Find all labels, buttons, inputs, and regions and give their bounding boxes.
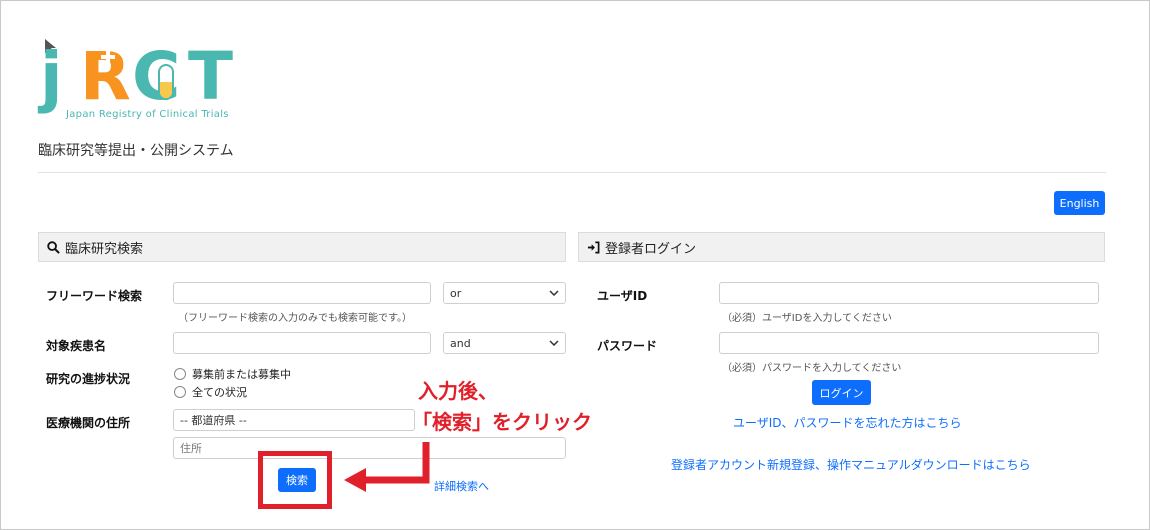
progress-label: 研究の進捗状況 [46,372,131,386]
search-panel-header: 臨床研究検索 [38,232,566,262]
disease-label: 対象疾患名 [46,339,107,353]
login-panel-header: 登録者ログイン [578,232,1105,262]
jrct-logo[interactable]: j R C T Japan Registry of Clinical Trial… [38,38,258,130]
forgot-credentials-link[interactable]: ユーザID、パスワードを忘れた方はこちら [733,414,962,431]
search-button-highlight [258,451,332,509]
logo-letter-j: j [40,38,63,115]
capsule-icon [158,64,174,100]
address-placeholder: 住所 [180,442,202,455]
free-word-operator-select[interactable]: or [443,282,566,304]
annotation-arrow-icon [344,442,430,492]
password-label: パスワード [597,339,658,353]
login-button[interactable]: ログイン [812,380,871,405]
userid-help: （必須）ユーザIDを入力してください [722,313,892,324]
logo-letter-t: T [188,38,234,115]
password-input[interactable] [719,332,1099,354]
login-panel-title: 登録者ログイン [605,241,697,257]
search-icon [47,240,60,254]
site-subtitle: 臨床研究等提出・公開システム [38,143,234,159]
free-word-label: フリーワード検索 [46,289,143,303]
annotation-text-line2: 「検索」をクリック [412,410,592,434]
userid-label: ユーザID [597,289,648,303]
register-account-link[interactable]: 登録者アカウント新規登録、操作マニュアルダウンロードはこちら [671,456,1031,473]
search-panel-title: 臨床研究検索 [65,241,144,257]
disease-operator-select[interactable]: and [443,332,566,354]
chevron-down-icon [549,340,559,346]
header-divider [38,172,1106,173]
userid-input[interactable] [719,282,1099,304]
free-word-help: （フリーワード検索の入力のみでも検索可能です。） [178,313,412,324]
free-word-input[interactable] [173,282,431,304]
cross-icon [101,50,115,64]
free-word-operator-value: or [450,286,462,300]
prefecture-select[interactable]: -- 都道府県 -- [173,409,415,431]
advanced-search-link[interactable]: 詳細検索へ [434,478,489,494]
progress-option-recruiting[interactable]: 募集前または募集中 [174,366,291,382]
address-label: 医療機関の住所 [46,416,131,430]
password-help: （必須）パスワードを入力してください [722,363,902,374]
radio-button[interactable] [174,386,186,398]
annotation-text-line1: 入力後、 [418,379,498,403]
progress-option-all[interactable]: 全ての状況 [174,384,247,400]
logo-subtitle: Japan Registry of Clinical Trials [66,109,229,120]
radio-button[interactable] [174,368,186,380]
english-button[interactable]: English [1054,191,1105,215]
chevron-down-icon [549,290,559,296]
disease-operator-value: and [450,336,471,350]
login-icon [587,241,600,253]
disease-input[interactable] [173,332,431,354]
